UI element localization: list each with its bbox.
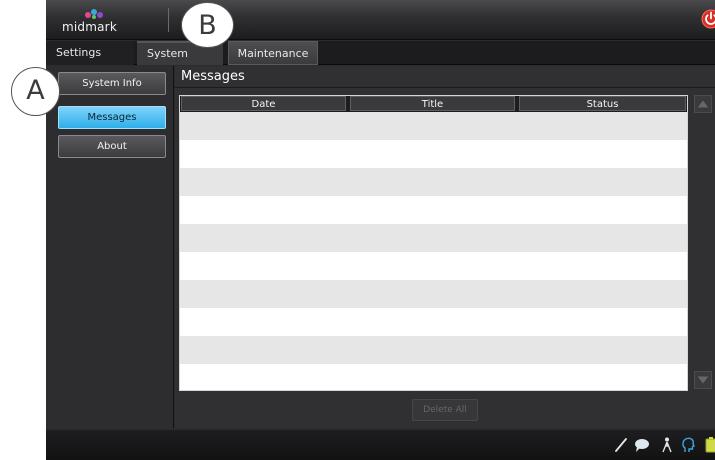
- title-divider: [175, 87, 715, 88]
- table-header: Date Title Status: [180, 96, 687, 112]
- page-title: Messages: [181, 69, 245, 84]
- sidebar: System Info Messages About: [46, 66, 174, 428]
- logo-mark-icon: [85, 9, 103, 19]
- tab-settings[interactable]: Settings: [46, 41, 134, 65]
- device-screen: midmark Settings System Maintenance Syst…: [46, 0, 715, 460]
- table-row[interactable]: [180, 196, 687, 224]
- header-divider: [168, 8, 169, 32]
- delete-all-button[interactable]: Delete All: [412, 399, 478, 421]
- table-row[interactable]: [180, 224, 687, 252]
- scroll-down-button[interactable]: [694, 371, 712, 389]
- callout-a: A: [11, 67, 60, 116]
- tab-bar: Settings System Maintenance: [46, 41, 715, 65]
- table-row[interactable]: [180, 112, 687, 140]
- column-header-date[interactable]: Date: [181, 96, 346, 111]
- column-header-title[interactable]: Title: [350, 96, 515, 111]
- table-row[interactable]: [180, 280, 687, 308]
- head-icon[interactable]: [679, 436, 697, 454]
- chat-icon[interactable]: [633, 436, 651, 454]
- sidebar-item-messages[interactable]: Messages: [58, 106, 166, 129]
- table-row[interactable]: [180, 168, 687, 196]
- pen-icon[interactable]: [612, 436, 630, 454]
- messages-panel: Messages Date Title Status Delete All: [175, 66, 715, 428]
- table-row[interactable]: [180, 308, 687, 336]
- scroll-up-button[interactable]: [694, 95, 712, 113]
- triangle-down-icon: [697, 376, 709, 384]
- sidebar-item-about[interactable]: About: [58, 135, 166, 158]
- status-bar: [46, 430, 715, 460]
- logo-text: midmark: [62, 20, 117, 34]
- power-icon[interactable]: [701, 9, 715, 29]
- callout-b: B: [181, 2, 234, 48]
- top-header: midmark: [46, 0, 715, 40]
- table-row[interactable]: [180, 364, 687, 390]
- sidebar-item-system-info[interactable]: System Info: [58, 72, 166, 95]
- messages-table: Date Title Status: [179, 95, 688, 391]
- table-row[interactable]: [180, 140, 687, 168]
- table-row[interactable]: [180, 336, 687, 364]
- tab-maintenance[interactable]: Maintenance: [228, 41, 318, 65]
- table-row[interactable]: [180, 252, 687, 280]
- person-icon[interactable]: [658, 436, 676, 454]
- battery-icon[interactable]: [703, 436, 715, 454]
- midmark-logo: midmark: [62, 6, 122, 36]
- column-header-status[interactable]: Status: [519, 96, 686, 111]
- triangle-up-icon: [697, 100, 709, 108]
